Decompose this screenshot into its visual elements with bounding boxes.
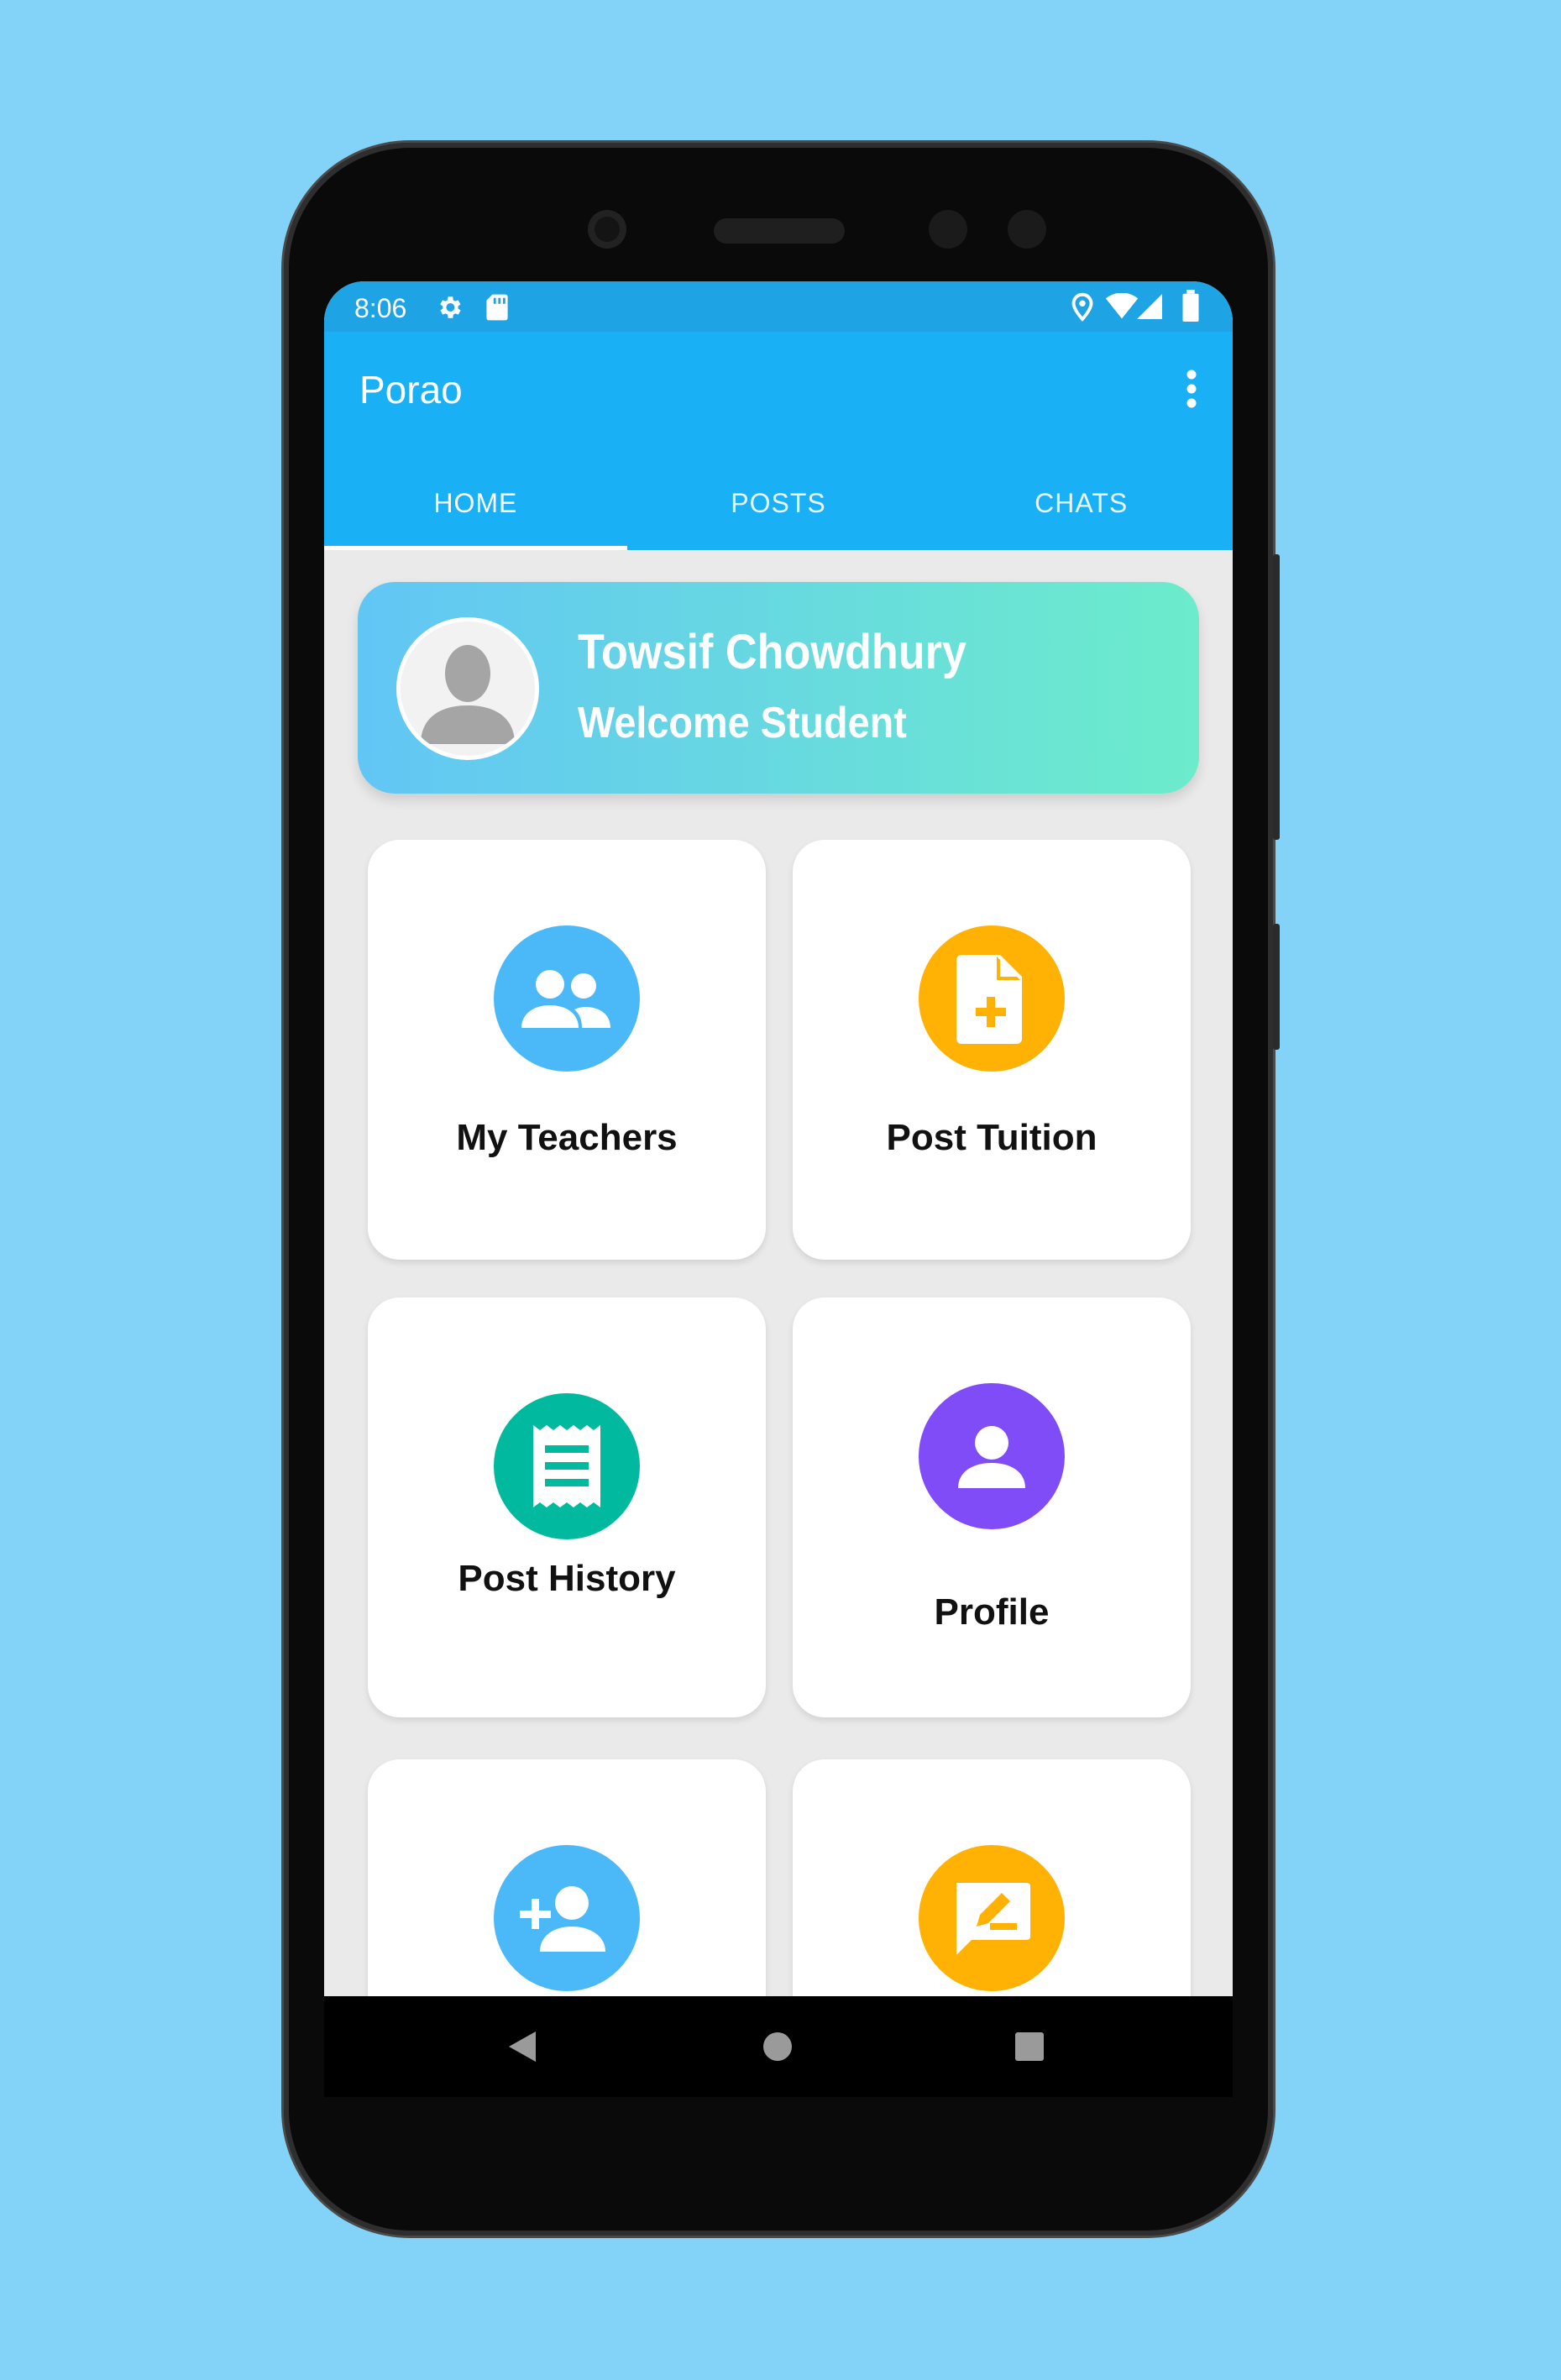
avatar (396, 617, 539, 760)
overflow-menu-icon[interactable] (1186, 369, 1197, 409)
wifi-icon (1105, 292, 1139, 324)
card-label: Post History (458, 1558, 676, 1599)
location-icon (1070, 291, 1095, 326)
recents-icon[interactable] (1014, 2031, 1045, 2066)
power-button (1273, 924, 1280, 1050)
screen: 8:06 Porao HOME POSTS CHATS Towsif Chowd… (324, 281, 1233, 1996)
feedback-icon (919, 1845, 1065, 1991)
settings-icon (435, 293, 464, 326)
front-camera (588, 210, 626, 249)
post-history-card[interactable]: Post History (368, 1297, 766, 1717)
navigation-bar (324, 1996, 1233, 2097)
tab-home[interactable]: HOME (324, 471, 627, 550)
post-tuition-card[interactable]: Post Tuition (793, 840, 1191, 1260)
person-icon (919, 1383, 1065, 1529)
profile-card[interactable]: Profile (793, 1297, 1191, 1717)
status-time: 8:06 (354, 293, 407, 323)
volume-button (1273, 554, 1280, 840)
app-bar: Porao HOME POSTS CHATS (324, 332, 1233, 550)
sensor-right (1008, 210, 1046, 249)
receipt-icon (494, 1393, 640, 1539)
user-name: Towsif Chowdhury (578, 625, 967, 679)
sd-card-icon (485, 293, 509, 326)
sensor-left (929, 210, 967, 249)
app-title: Porao (359, 368, 463, 412)
people-icon (494, 925, 640, 1072)
status-bar: 8:06 (324, 281, 1233, 332)
add-teacher-card[interactable] (368, 1759, 766, 1996)
document-add-icon (919, 925, 1065, 1072)
tab-chats[interactable]: CHATS (930, 471, 1233, 550)
battery-icon (1182, 290, 1199, 326)
card-label: My Teachers (456, 1117, 678, 1158)
home-icon[interactable] (762, 2031, 793, 2066)
welcome-banner: Towsif Chowdhury Welcome Student (358, 582, 1199, 794)
card-label: Post Tuition (886, 1117, 1097, 1158)
card-label: Profile (934, 1591, 1050, 1633)
add-person-icon (494, 1845, 640, 1991)
signal-icon (1137, 293, 1162, 324)
tab-bar: HOME POSTS CHATS (324, 471, 1233, 550)
back-icon[interactable] (507, 2030, 537, 2068)
earpiece-speaker (714, 218, 845, 244)
welcome-subtitle: Welcome Student (578, 699, 907, 747)
my-teachers-card[interactable]: My Teachers (368, 840, 766, 1260)
tab-posts[interactable]: POSTS (627, 471, 930, 550)
avatar-person-icon (421, 645, 515, 744)
feedback-card[interactable] (793, 1759, 1191, 1996)
